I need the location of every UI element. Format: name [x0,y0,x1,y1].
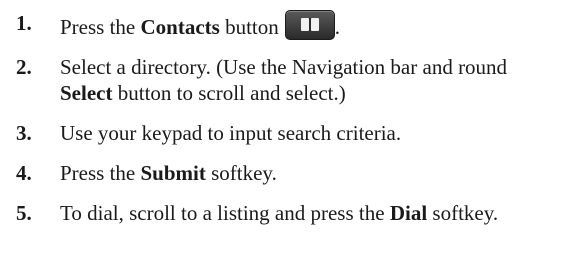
step-text-part: Select a directory. (Use the Navigation … [60,55,508,79]
step-number: 1. [16,11,32,35]
contacts-button-icon [284,10,335,40]
step-text: Press the Contacts button. [60,10,556,40]
step-text-part: Press the [60,15,141,39]
step-text: Select a directory. (Use the Navigation … [60,54,556,106]
select-label: Select [60,81,113,105]
step-text-part: Press the [60,161,141,185]
step-number: 2. [16,55,32,79]
step-4: 4. Press the Submit softkey. [16,160,556,186]
step-number: 3. [16,121,32,145]
step-text-part: button [219,15,279,39]
step-text-part: button to scroll and select.) [112,81,346,105]
step-text-part: softkey. [205,161,277,185]
contacts-book-icon [300,18,319,31]
step-text: Use your keypad to input search criteria… [60,120,556,146]
step-text-part: . [334,15,340,39]
contacts-label: Contacts [140,15,220,39]
step-number: 4. [16,161,32,185]
step-number: 5. [16,201,32,225]
step-2: 2. Select a directory. (Use the Navigati… [16,54,556,106]
step-text: To dial, scroll to a listing and press t… [60,200,556,226]
dial-label: Dial [389,201,428,225]
submit-label: Submit [140,161,206,185]
step-text: Press the Submit softkey. [60,160,556,186]
step-text-part: softkey. [427,201,499,225]
step-5: 5. To dial, scroll to a listing and pres… [16,200,556,226]
step-text-part: To dial, scroll to a listing and press t… [60,201,390,225]
instruction-steps: 1. Press the Contacts button. 2. Select … [16,10,556,240]
step-3: 3. Use your keypad to input search crite… [16,120,556,146]
step-1: 1. Press the Contacts button. [16,10,556,40]
step-text-part: Use your keypad to input search criteria… [60,121,402,145]
